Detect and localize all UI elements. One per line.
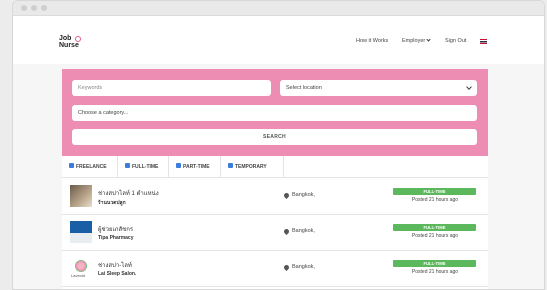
brand-logo[interactable]: Job Nurse <box>59 35 99 53</box>
brand-line-2: Nurse <box>59 42 79 49</box>
filter-label: FULL-TIME <box>132 164 159 170</box>
category-select[interactable]: Choose a category... <box>72 105 477 121</box>
posted-time: Posted 21 hours ago <box>411 197 459 203</box>
company-logo <box>70 221 92 243</box>
checkbox-checked-icon[interactable] <box>176 163 181 169</box>
search-button[interactable]: SEARCH <box>72 129 477 145</box>
job-type-badge: FULL-TIME <box>393 260 476 267</box>
filter-part-time[interactable]: PART-TIME <box>169 156 221 178</box>
posted-time: Posted 21 hours ago <box>411 233 459 239</box>
nav-employer-label: Employer <box>402 38 426 44</box>
company-name: Tipa Pharmacy <box>98 235 134 241</box>
company-logo-text: Lavenid <box>71 273 86 278</box>
window-dot[interactable] <box>31 5 37 11</box>
thai-flag-icon[interactable] <box>480 39 487 44</box>
job-location: Bangkok, <box>292 264 315 270</box>
job-title[interactable]: ผู้ช่วยเภสัชกร <box>98 224 133 234</box>
job-location: Bangkok, <box>292 192 315 198</box>
company-name: ร้านนวดปลูก <box>98 200 126 206</box>
filter-freelance[interactable]: FREELANCE <box>62 156 118 178</box>
job-listing-row[interactable]: ช่างสปาไลท์ 1 ตำแหน่ง ร้านนวดปลูก Bangko… <box>62 179 488 215</box>
job-results: FREELANCE FULL-TIME PART-TIME TEMPORARY … <box>62 156 488 289</box>
map-pin-icon <box>282 263 291 272</box>
checkbox-checked-icon[interactable] <box>125 163 130 169</box>
map-pin-icon <box>282 191 291 200</box>
company-logo: Lavenid <box>70 257 92 279</box>
posted-time: Posted 21 hours ago <box>411 269 459 275</box>
job-type-badge: FULL-TIME <box>393 188 476 195</box>
checkbox-checked-icon[interactable] <box>69 163 74 169</box>
job-type-filters: FREELANCE FULL-TIME PART-TIME TEMPORARY <box>62 156 488 178</box>
job-title[interactable]: ช่างสปา-ไลท์ <box>98 260 132 270</box>
location-select[interactable]: Select location <box>280 80 477 96</box>
chevron-down-icon <box>466 84 472 90</box>
checkbox-checked-icon[interactable] <box>228 163 233 169</box>
filter-label: PART-TIME <box>183 164 210 170</box>
window-chrome <box>13 1 544 16</box>
filter-label: FREELANCE <box>76 164 107 170</box>
nav-how-it-works[interactable]: How it Works <box>356 38 388 44</box>
job-location: Bangkok, <box>292 228 315 234</box>
browser-window: Job Nurse How it Works Employer Sign Out… <box>12 0 545 290</box>
search-panel: Keywords Select location Choose a catego… <box>62 69 488 156</box>
top-navbar: Job Nurse How it Works Employer Sign Out <box>13 16 544 64</box>
company-name: Lai Sleep Salon. <box>98 271 137 277</box>
job-listing-row[interactable]: ผู้ช่วยเภสัชกร Tipa Pharmacy Bangkok, FU… <box>62 215 488 251</box>
site-page: Job Nurse How it Works Employer Sign Out… <box>13 16 544 289</box>
keywords-input[interactable]: Keywords <box>72 80 271 96</box>
nav-sign-out[interactable]: Sign Out <box>445 38 466 44</box>
chevron-down-icon <box>426 37 431 42</box>
nav-employer[interactable]: Employer <box>402 37 431 44</box>
job-listing-row[interactable]: Lavenid ช่างสปา-ไลท์ Lai Sleep Salon. Ba… <box>62 251 488 287</box>
filter-temporary[interactable]: TEMPORARY <box>221 156 284 178</box>
job-type-badge: FULL-TIME <box>393 224 476 231</box>
company-logo <box>70 185 92 207</box>
filter-full-time[interactable]: FULL-TIME <box>118 156 169 178</box>
window-dot[interactable] <box>41 5 47 11</box>
location-select-value: Select location <box>286 85 322 91</box>
flower-icon <box>75 260 87 272</box>
filter-label: TEMPORARY <box>235 164 267 170</box>
map-pin-icon <box>282 227 291 236</box>
window-dot[interactable] <box>21 5 27 11</box>
job-title[interactable]: ช่างสปาไลท์ 1 ตำแหน่ง <box>98 188 159 198</box>
